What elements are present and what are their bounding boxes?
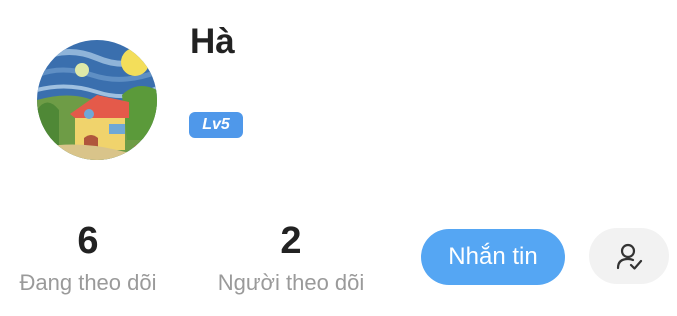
followers-label: Người theo dõi xyxy=(217,270,365,295)
message-button[interactable]: Nhắn tin xyxy=(421,229,565,285)
level-badge: Lv5 xyxy=(189,112,243,138)
following-count: 6 xyxy=(77,220,99,262)
avatar[interactable] xyxy=(37,40,157,160)
avatar-image xyxy=(37,40,157,160)
username: Hà xyxy=(190,22,235,61)
following-label: Đang theo dõi xyxy=(19,270,157,295)
follow-status-button[interactable] xyxy=(589,228,669,284)
following-stat[interactable]: 6 Đang theo dõi xyxy=(10,218,166,298)
followers-count: 2 xyxy=(280,220,302,262)
followers-stat[interactable]: 2 Người theo dõi xyxy=(208,218,374,298)
user-check-icon xyxy=(616,243,643,270)
profile-header: Hà Lv5 6 Đang theo dõi 2 Người theo dõi … xyxy=(0,0,677,316)
